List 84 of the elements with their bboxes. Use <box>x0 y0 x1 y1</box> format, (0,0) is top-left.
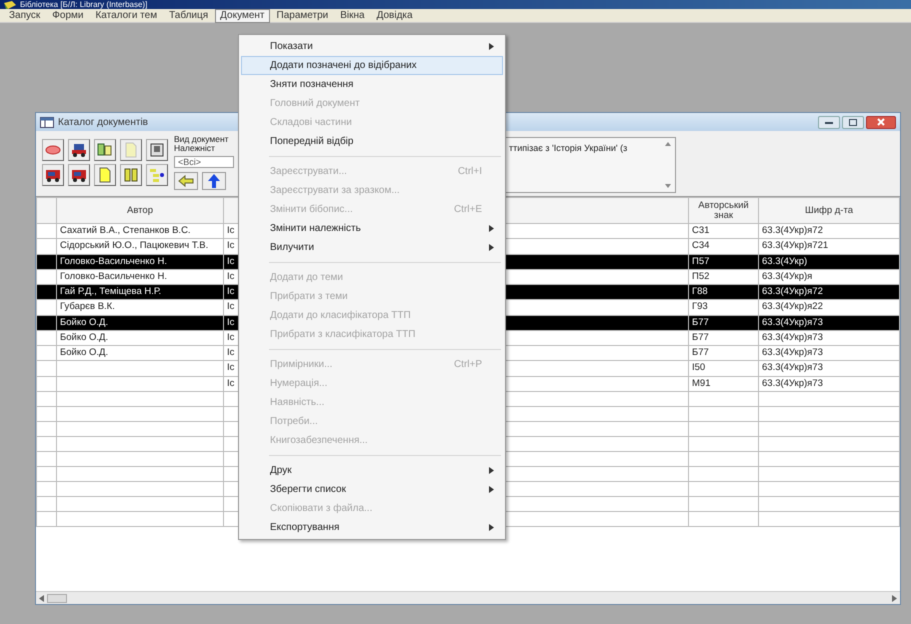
table-cell: І50 <box>688 360 758 376</box>
toolbar-button[interactable] <box>94 139 116 161</box>
nav-button[interactable] <box>202 172 226 190</box>
car-icon <box>71 167 87 183</box>
frame-icon <box>149 142 165 158</box>
left-arrow-icon <box>178 173 194 189</box>
table-cell: Г93 <box>688 300 758 315</box>
table-cell: Б77 <box>688 346 758 361</box>
table-cell: 63.3(4Укр)я73 <box>758 360 900 376</box>
column-header[interactable]: Шифр д-та <box>758 198 900 224</box>
car-icon <box>45 167 61 183</box>
nav-button[interactable] <box>174 172 198 190</box>
column-header[interactable]: Авторський знак <box>688 198 758 224</box>
scroll-right-icon <box>892 594 897 602</box>
table-cell: 63.3(4Укр)я721 <box>758 238 900 254</box>
scroll-down-icon <box>665 184 671 188</box>
window-title: Каталог документів <box>58 116 148 130</box>
maximize-icon <box>849 118 857 126</box>
table-cell: М91 <box>688 376 758 392</box>
car-icon <box>71 142 87 158</box>
menu-item[interactable]: Зняти позначення <box>241 75 503 94</box>
menu-item[interactable]: Експортування <box>241 518 503 537</box>
menu-item[interactable]: Параметри <box>272 8 334 22</box>
table-cell: 63.3(4Укр)я22 <box>758 300 900 315</box>
close-button[interactable] <box>866 116 896 128</box>
app-icon <box>4 0 16 8</box>
table-cell: 63.3(4Укр)я72 <box>758 224 900 239</box>
scroll-left-icon <box>39 594 44 602</box>
toolbar-button[interactable] <box>42 164 64 186</box>
menu-item[interactable]: Документ <box>215 8 270 22</box>
table-cell: Сахатий В.А., Степанков В.С. <box>56 224 224 239</box>
columns-icon <box>123 167 139 183</box>
menu-item[interactable]: Показати <box>241 37 503 56</box>
maximize-button[interactable] <box>842 116 864 128</box>
table-cell: Сідорський Ю.О., Пацюкевич Т.В. <box>56 238 224 254</box>
menu-item[interactable]: Таблиця <box>164 8 214 22</box>
menu-item[interactable]: Каталоги тем <box>90 8 162 22</box>
menu-item[interactable]: Зберегти список <box>241 480 503 499</box>
horizontal-scrollbar[interactable] <box>36 591 900 604</box>
table-cell: Бойко О.Д. <box>56 346 224 361</box>
table-cell: 63.3(4Укр)я73 <box>758 346 900 361</box>
toolbar-button[interactable] <box>146 139 168 161</box>
menu-item[interactable]: Друк <box>241 461 503 480</box>
close-icon <box>877 118 885 126</box>
toolbar-button[interactable] <box>68 139 90 161</box>
app-title: Бібліотека [Б/Л: Library (Interbase)] <box>20 0 148 9</box>
toolbar-button[interactable] <box>68 164 90 186</box>
minimize-icon <box>825 120 833 124</box>
table-cell: 63.3(4Укр) <box>758 254 900 270</box>
table-cell: Б77 <box>688 330 758 346</box>
scroll-thumb[interactable] <box>46 594 66 602</box>
table-cell: Б77 <box>688 315 758 330</box>
table-cell: 63.3(4Укр)я73 <box>758 376 900 392</box>
menu-item[interactable]: Вікна <box>335 8 370 22</box>
menu-item[interactable]: Запуск <box>4 8 46 22</box>
table-cell: П57 <box>688 254 758 270</box>
table-cell: Гай Р.Д., Теміщева Н.Р. <box>56 284 224 300</box>
table-cell: С31 <box>688 224 758 239</box>
table-cell: 63.3(4Укр)я72 <box>758 284 900 300</box>
table-cell: 63.3(4Укр)я73 <box>758 315 900 330</box>
table-cell: Головко-Васильченко Н. <box>56 254 224 270</box>
table-cell: С34 <box>688 238 758 254</box>
minimize-button[interactable] <box>818 116 840 128</box>
menu-item[interactable]: Форми <box>47 8 88 22</box>
toolbar-button[interactable] <box>120 164 142 186</box>
page-icon <box>123 142 139 158</box>
menu-item[interactable]: Вилучити <box>241 238 503 257</box>
window-icon <box>40 116 54 128</box>
menu-item[interactable]: Додати позначені до відібраних <box>241 56 503 75</box>
filter-label: Вид документ <box>174 135 229 144</box>
menu-item[interactable]: Довідка <box>372 8 418 22</box>
type-select[interactable]: <Всі> <box>174 156 234 168</box>
page-icon <box>97 167 113 183</box>
table-cell: Г88 <box>688 284 758 300</box>
toolbar-button[interactable] <box>146 164 168 186</box>
up-arrow-icon <box>206 173 222 189</box>
filter-label: Належніст <box>174 144 215 153</box>
table-cell: 63.3(4Укр)я73 <box>758 330 900 346</box>
column-header[interactable]: Автор <box>56 198 224 224</box>
scroll-up-icon <box>665 142 671 146</box>
pages-icon <box>97 142 113 158</box>
table-cell: Бойко О.Д. <box>56 315 224 330</box>
table-cell: Бойко О.Д. <box>56 330 224 346</box>
table-cell: Губарєв В.К. <box>56 300 224 315</box>
